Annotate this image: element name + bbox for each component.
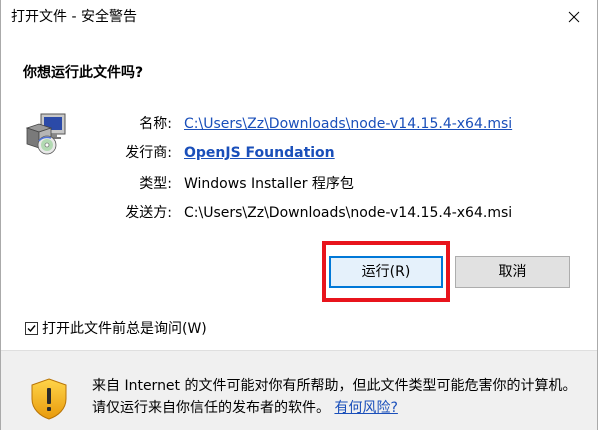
security-warning-dialog: 打开文件 - 安全警告 你想运行此文件吗? 名称: C:\Users\Zz\Do… [0, 0, 598, 430]
field-type-row: 类型: Windows Installer 程序包 [1, 174, 597, 194]
dialog-question: 你想运行此文件吗? [23, 65, 144, 81]
window-title: 打开文件 - 安全警告 [11, 9, 137, 25]
name-label: 名称: [139, 116, 172, 132]
type-value: Windows Installer 程序包 [184, 176, 354, 192]
always-ask-checkbox[interactable] [25, 321, 38, 335]
file-name-link[interactable]: C:\Users\Zz\Downloads\node-v14.15.4-x64.… [184, 114, 512, 134]
always-ask-label: 打开此文件前总是询问(W) [42, 321, 207, 337]
always-ask-option[interactable]: 打开此文件前总是询问(W) [25, 318, 207, 338]
checkmark-icon [27, 324, 36, 332]
from-value: C:\Users\Zz\Downloads\node-v14.15.4-x64.… [184, 205, 513, 221]
warning-message: 来自 Internet 的文件可能对你有所帮助，但此文件类型可能危害你的计算机。… [92, 375, 582, 419]
close-icon [568, 11, 580, 23]
footer-panel: 来自 Internet 的文件可能对你有所帮助，但此文件类型可能危害你的计算机。… [1, 351, 597, 430]
warning-shield-icon [28, 377, 70, 421]
field-publisher-row: 发行商: OpenJS Foundation [1, 143, 597, 163]
cancel-button[interactable]: 取消 [455, 256, 570, 288]
risk-link[interactable]: 有何风险? [334, 400, 397, 416]
title-bar: 打开文件 - 安全警告 [1, 0, 597, 34]
close-button[interactable] [551, 0, 597, 34]
publisher-label: 发行商: [125, 145, 172, 161]
from-label: 发送方: [125, 205, 172, 221]
run-button[interactable]: 运行(R) [329, 256, 443, 288]
field-name-row: 名称: C:\Users\Zz\Downloads\node-v14.15.4-… [1, 114, 597, 134]
field-from-row: 发送方: C:\Users\Zz\Downloads\node-v14.15.4… [1, 203, 597, 223]
type-label: 类型: [139, 176, 172, 192]
publisher-link[interactable]: OpenJS Foundation [184, 143, 335, 163]
